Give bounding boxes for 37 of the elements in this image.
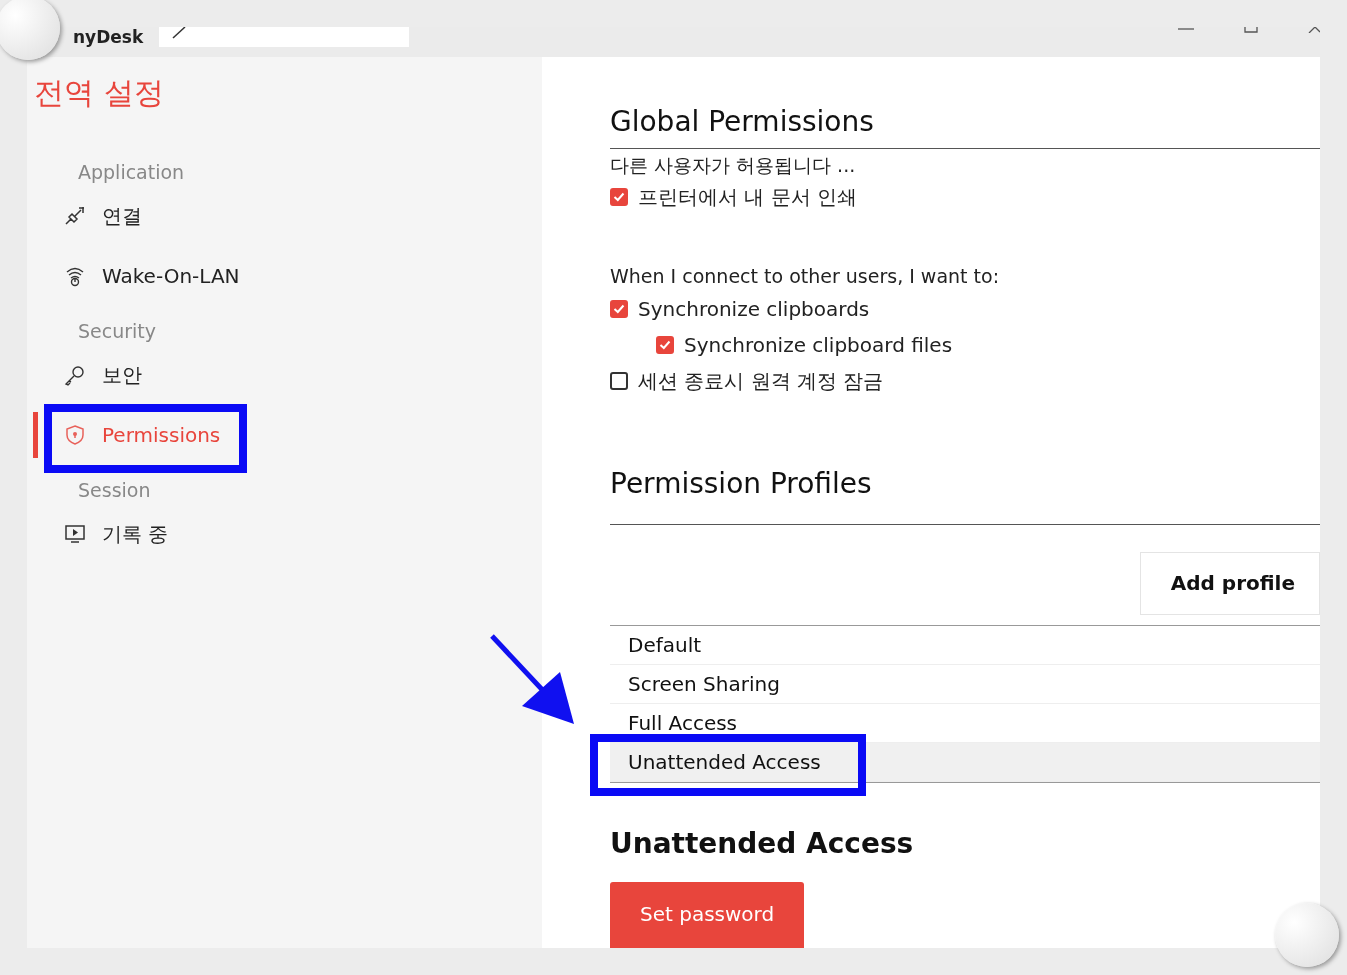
option-checkbox[interactable]: 세션 종료시 원격 계정 잠금 (610, 363, 884, 399)
selection-marker (33, 412, 38, 458)
section-heading: Application (77, 161, 186, 183)
shield-icon (64, 424, 86, 446)
profile-list-item[interactable]: Screen Sharing (610, 665, 1320, 704)
close-icon[interactable] (1308, 27, 1320, 33)
sidebar-item[interactable]: 기록 중 (38, 511, 187, 557)
section-heading: Session (77, 479, 152, 501)
section-title: Global Permissions (610, 105, 875, 138)
profile-list-item[interactable]: Unattended Access (610, 743, 1320, 782)
page-curl (0, 0, 60, 60)
key-icon (64, 364, 86, 386)
set-password-button[interactable]: Set password (610, 882, 805, 948)
sidebar-item[interactable]: 보안 (38, 352, 160, 398)
minimize-icon[interactable] (1178, 27, 1194, 33)
checkmark-icon (612, 190, 626, 204)
profile-title: Unattended Access (610, 827, 915, 860)
connect-options-heading: When I connect to other users, I want to: (610, 265, 1001, 287)
wireless-power-icon (64, 265, 86, 287)
plug-icon (64, 205, 86, 227)
page-curl (1275, 903, 1339, 967)
checkmark-icon (658, 338, 672, 352)
profile-list-item[interactable]: Default (610, 626, 1320, 665)
settings-title: 전역 설정 (33, 74, 165, 112)
checkmark-icon (612, 302, 626, 316)
add-profile-button[interactable]: Add profile (1139, 552, 1320, 615)
permission-intro: 다른 사용자가 허용됩니다 ... (610, 153, 857, 178)
option-checkbox[interactable]: Synchronize clipboards (610, 291, 870, 327)
sidebar-item[interactable]: 연결 (38, 193, 160, 239)
screen-play-icon (64, 523, 86, 545)
permission-checkbox[interactable]: 프린터에서 내 문서 인쇄 (610, 179, 858, 215)
option-checkbox[interactable]: Synchronize clipboard files (656, 327, 953, 363)
section-title: Permission Profiles (610, 467, 873, 500)
app-title: nyDesk (72, 27, 144, 47)
section-heading: Security (77, 320, 158, 342)
sidebar-item[interactable]: Wake-On-LAN (38, 253, 258, 299)
maximize-icon[interactable] (1244, 27, 1258, 33)
